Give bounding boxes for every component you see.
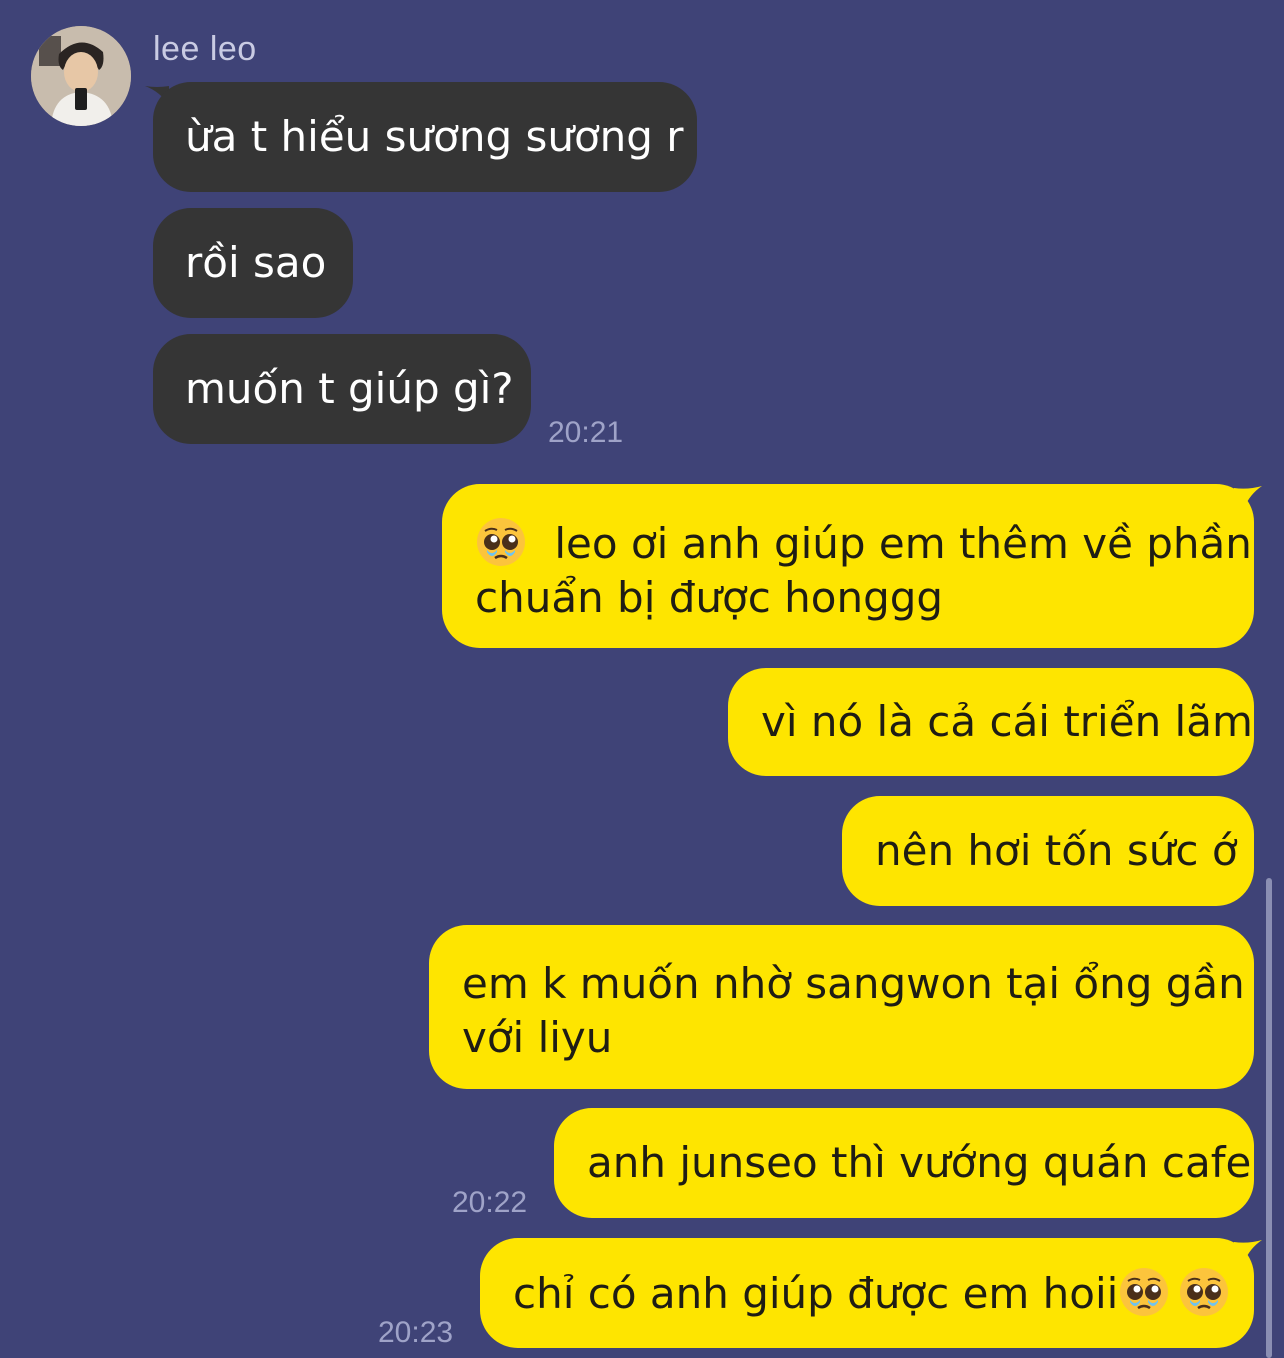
- incoming-message[interactable]: rồi sao: [153, 208, 353, 318]
- message-timestamp: 20:21: [548, 416, 624, 449]
- message-timestamp: 20:23: [378, 1316, 454, 1349]
- message-text: ừa t hiểu sương sương r: [185, 112, 684, 161]
- pleading-face-icon: [1180, 1267, 1229, 1316]
- outgoing-message[interactable]: chỉ có anh giúp được em hoii: [480, 1238, 1254, 1348]
- incoming-message[interactable]: ừa t hiểu sương sương r: [153, 82, 697, 192]
- outgoing-message[interactable]: anh junseo thì vướng quán cafe: [554, 1108, 1254, 1218]
- message-text: với liyu: [462, 1013, 613, 1062]
- message-text: muốn t giúp gì?: [185, 364, 514, 413]
- message-timestamp: 20:22: [452, 1186, 528, 1219]
- message-text: chuẩn bị được honggg: [475, 573, 944, 622]
- scrollbar[interactable]: [1266, 878, 1272, 1358]
- pleading-face-icon: [477, 518, 525, 566]
- pleading-face-icon: [1120, 1267, 1169, 1316]
- incoming-message[interactable]: muốn t giúp gì?: [153, 334, 531, 444]
- avatar[interactable]: [31, 26, 131, 126]
- avatar-photo: [31, 26, 131, 126]
- message-text: leo ơi anh giúp em thêm về phần: [554, 519, 1252, 568]
- message-text: chỉ có anh giúp được em hoii: [513, 1268, 1119, 1318]
- message-text: vì nó là cả cái triển lãm: [761, 697, 1253, 746]
- message-text: em k muốn nhờ sangwon tại ổng gần: [462, 959, 1245, 1008]
- outgoing-message[interactable]: nên hơi tốn sức ớ: [842, 796, 1254, 906]
- message-text: anh junseo thì vướng quán cafe: [587, 1138, 1252, 1187]
- outgoing-message[interactable]: leo ơi anh giúp em thêm về phần chuẩn bị…: [442, 484, 1254, 648]
- message-text: rồi sao: [185, 238, 327, 287]
- outgoing-message[interactable]: vì nó là cả cái triển lãm: [728, 668, 1254, 776]
- message-text: nên hơi tốn sức ớ: [875, 826, 1238, 875]
- sender-name: lee leo: [153, 30, 257, 68]
- outgoing-message[interactable]: em k muốn nhờ sangwon tại ổng gần với li…: [429, 925, 1254, 1089]
